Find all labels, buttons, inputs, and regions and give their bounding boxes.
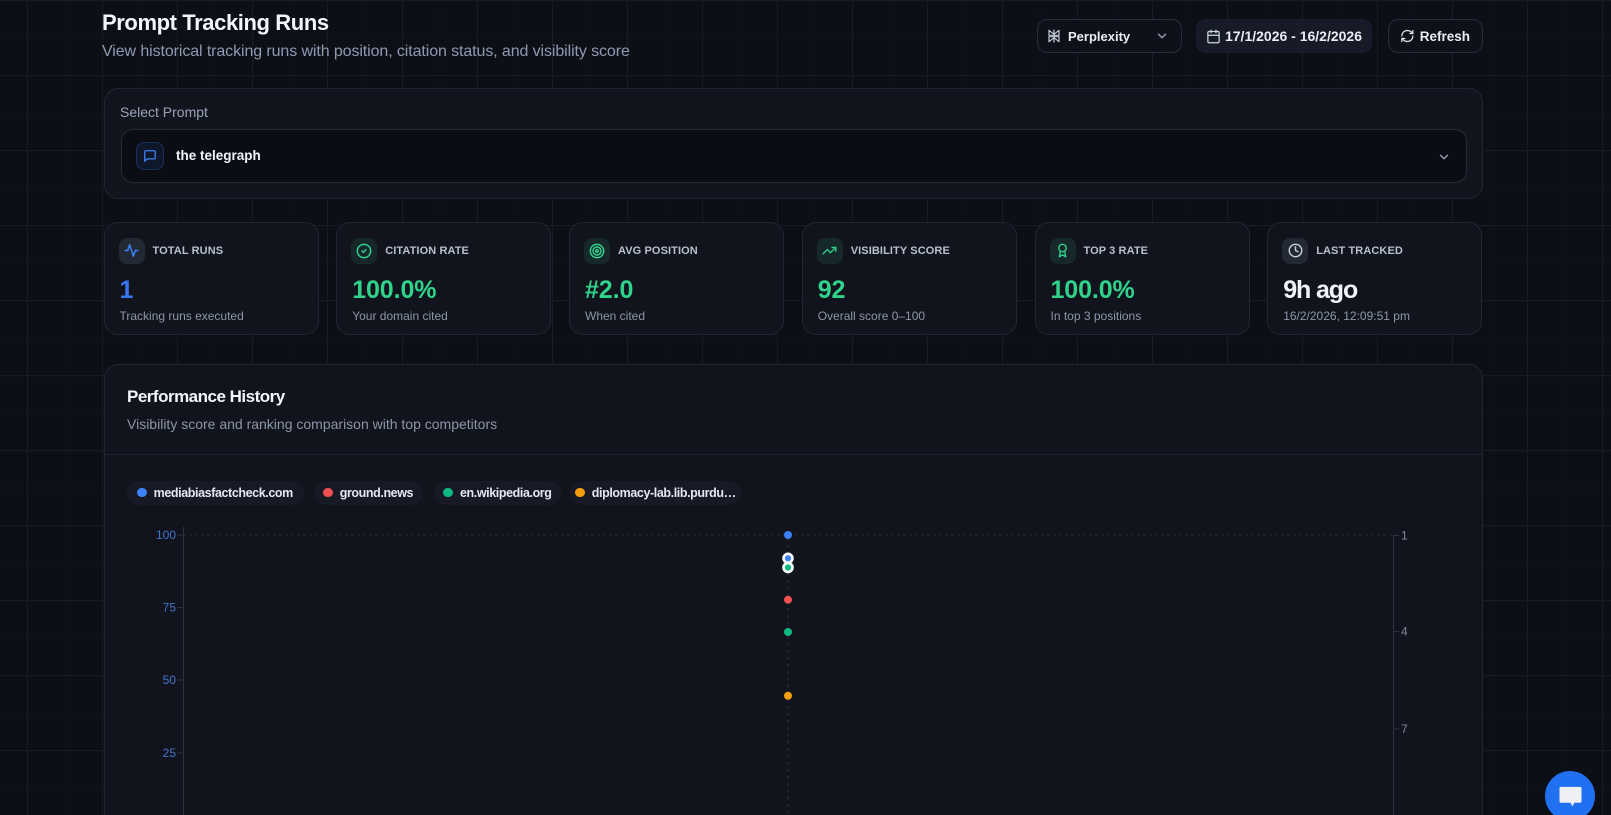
svg-text:4: 4: [1401, 625, 1408, 639]
svg-text:7: 7: [1401, 722, 1408, 736]
svg-text:1: 1: [1401, 528, 1408, 542]
svg-text:75: 75: [163, 601, 177, 615]
svg-text:100: 100: [156, 528, 176, 542]
svg-text:50: 50: [163, 673, 177, 687]
svg-text:25: 25: [163, 746, 177, 760]
